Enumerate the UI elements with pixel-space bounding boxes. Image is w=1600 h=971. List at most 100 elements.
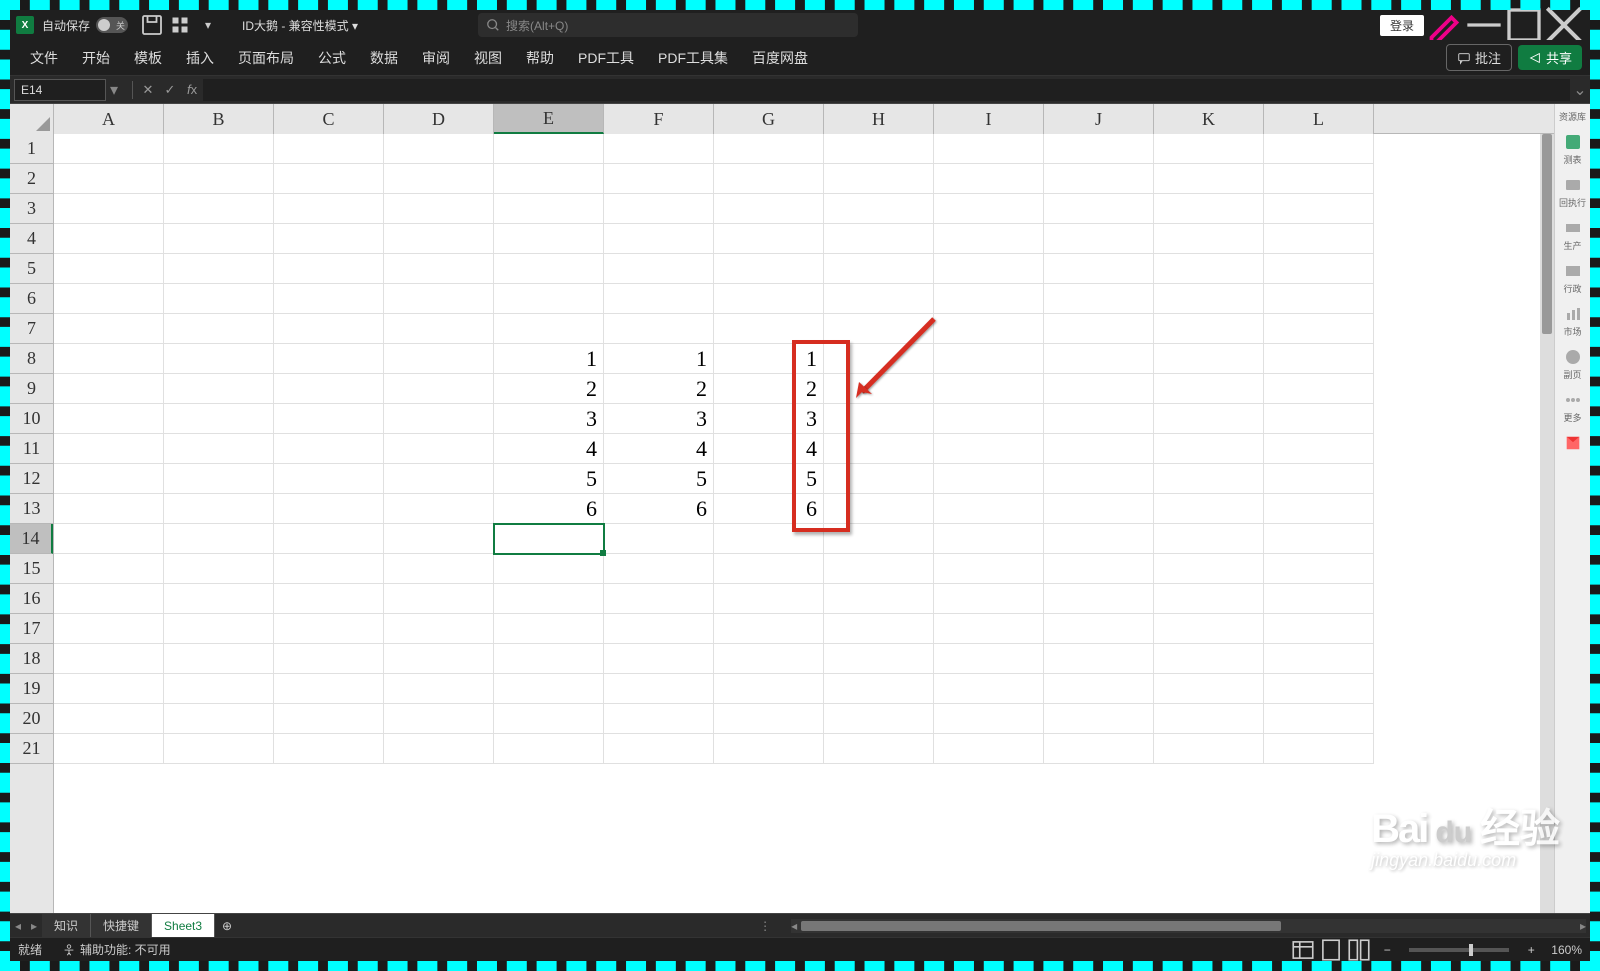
cell-E19[interactable] bbox=[494, 674, 604, 704]
cell-H15[interactable] bbox=[824, 554, 934, 584]
cell-J11[interactable] bbox=[1044, 434, 1154, 464]
cell-K3[interactable] bbox=[1154, 194, 1264, 224]
cell-E2[interactable] bbox=[494, 164, 604, 194]
comment-button[interactable]: 批注 bbox=[1446, 44, 1512, 71]
tab-view[interactable]: 视图 bbox=[462, 40, 514, 76]
maximize-button[interactable] bbox=[1504, 10, 1544, 40]
cell-H9[interactable] bbox=[824, 374, 934, 404]
cell-J10[interactable] bbox=[1044, 404, 1154, 434]
tab-data[interactable]: 数据 bbox=[358, 40, 410, 76]
cell-G3[interactable] bbox=[714, 194, 824, 224]
cell-G8[interactable]: 1 bbox=[714, 344, 824, 374]
qat-dropdown-icon[interactable]: ▾ bbox=[196, 13, 220, 37]
login-button[interactable]: 登录 bbox=[1380, 15, 1424, 36]
row-header-21[interactable]: 21 bbox=[10, 734, 53, 764]
cell-B16[interactable] bbox=[164, 584, 274, 614]
tab-review[interactable]: 审阅 bbox=[410, 40, 462, 76]
cell-J17[interactable] bbox=[1044, 614, 1154, 644]
cell-L4[interactable] bbox=[1264, 224, 1374, 254]
cell-K8[interactable] bbox=[1154, 344, 1264, 374]
cell-J2[interactable] bbox=[1044, 164, 1154, 194]
cell-L3[interactable] bbox=[1264, 194, 1374, 224]
cell-D9[interactable] bbox=[384, 374, 494, 404]
cell-J7[interactable] bbox=[1044, 314, 1154, 344]
cell-C7[interactable] bbox=[274, 314, 384, 344]
cell-C1[interactable] bbox=[274, 134, 384, 164]
cell-C3[interactable] bbox=[274, 194, 384, 224]
cell-A2[interactable] bbox=[54, 164, 164, 194]
cell-H12[interactable] bbox=[824, 464, 934, 494]
cell-K19[interactable] bbox=[1154, 674, 1264, 704]
col-header-F[interactable]: F bbox=[604, 104, 714, 134]
cell-K10[interactable] bbox=[1154, 404, 1264, 434]
cell-L6[interactable] bbox=[1264, 284, 1374, 314]
row-header-8[interactable]: 8 bbox=[10, 344, 53, 374]
cell-A1[interactable] bbox=[54, 134, 164, 164]
horizontal-scrollbar[interactable]: ◂ ▸ bbox=[791, 919, 1586, 933]
cell-C16[interactable] bbox=[274, 584, 384, 614]
cell-E16[interactable] bbox=[494, 584, 604, 614]
cell-A14[interactable] bbox=[54, 524, 164, 554]
col-header-B[interactable]: B bbox=[164, 104, 274, 134]
cell-K12[interactable] bbox=[1154, 464, 1264, 494]
sheet-nav-prev-icon[interactable]: ◂ bbox=[10, 914, 26, 938]
cell-F5[interactable] bbox=[604, 254, 714, 284]
row-header-14[interactable]: 14 bbox=[10, 524, 53, 554]
cell-L15[interactable] bbox=[1264, 554, 1374, 584]
col-header-L[interactable]: L bbox=[1264, 104, 1374, 134]
cell-L19[interactable] bbox=[1264, 674, 1374, 704]
cell-J20[interactable] bbox=[1044, 704, 1154, 734]
cell-L17[interactable] bbox=[1264, 614, 1374, 644]
cell-B8[interactable] bbox=[164, 344, 274, 374]
cell-G10[interactable]: 3 bbox=[714, 404, 824, 434]
cell-B19[interactable] bbox=[164, 674, 274, 704]
row-header-7[interactable]: 7 bbox=[10, 314, 53, 344]
cell-A9[interactable] bbox=[54, 374, 164, 404]
cell-G18[interactable] bbox=[714, 644, 824, 674]
cell-K4[interactable] bbox=[1154, 224, 1264, 254]
add-sheet-button[interactable]: ⊕ bbox=[215, 919, 239, 933]
cell-B1[interactable] bbox=[164, 134, 274, 164]
cell-E10[interactable]: 3 bbox=[494, 404, 604, 434]
tab-file[interactable]: 文件 bbox=[18, 40, 70, 76]
zoom-in-button[interactable]: + bbox=[1518, 940, 1544, 960]
cell-E18[interactable] bbox=[494, 644, 604, 674]
cell-G15[interactable] bbox=[714, 554, 824, 584]
cell-E17[interactable] bbox=[494, 614, 604, 644]
cell-G7[interactable] bbox=[714, 314, 824, 344]
row-header-3[interactable]: 3 bbox=[10, 194, 53, 224]
cell-B2[interactable] bbox=[164, 164, 274, 194]
cell-A7[interactable] bbox=[54, 314, 164, 344]
cell-I19[interactable] bbox=[934, 674, 1044, 704]
tab-home[interactable]: 开始 bbox=[70, 40, 122, 76]
cell-I10[interactable] bbox=[934, 404, 1044, 434]
sheet-tab-1[interactable]: 快捷键 bbox=[91, 914, 152, 938]
cell-D5[interactable] bbox=[384, 254, 494, 284]
cell-K16[interactable] bbox=[1154, 584, 1264, 614]
cell-J9[interactable] bbox=[1044, 374, 1154, 404]
cell-A3[interactable] bbox=[54, 194, 164, 224]
cell-C2[interactable] bbox=[274, 164, 384, 194]
cell-E5[interactable] bbox=[494, 254, 604, 284]
tab-template[interactable]: 模板 bbox=[122, 40, 174, 76]
cell-C13[interactable] bbox=[274, 494, 384, 524]
cell-G9[interactable]: 2 bbox=[714, 374, 824, 404]
cell-B6[interactable] bbox=[164, 284, 274, 314]
cell-D16[interactable] bbox=[384, 584, 494, 614]
side-item-6[interactable]: 更多 bbox=[1559, 391, 1587, 424]
cell-F1[interactable] bbox=[604, 134, 714, 164]
cell-G13[interactable]: 6 bbox=[714, 494, 824, 524]
cell-I11[interactable] bbox=[934, 434, 1044, 464]
cell-F15[interactable] bbox=[604, 554, 714, 584]
row-header-2[interactable]: 2 bbox=[10, 164, 53, 194]
minimize-button[interactable] bbox=[1464, 10, 1504, 40]
name-box[interactable]: E14 bbox=[14, 79, 106, 101]
cell-D8[interactable] bbox=[384, 344, 494, 374]
cell-J6[interactable] bbox=[1044, 284, 1154, 314]
row-header-9[interactable]: 9 bbox=[10, 374, 53, 404]
cell-C5[interactable] bbox=[274, 254, 384, 284]
cell-F2[interactable] bbox=[604, 164, 714, 194]
search-box[interactable]: 搜索(Alt+Q) bbox=[478, 13, 858, 37]
view-pagebreak-icon[interactable] bbox=[1346, 940, 1372, 960]
autosave-toggle[interactable]: 关 bbox=[96, 17, 128, 33]
